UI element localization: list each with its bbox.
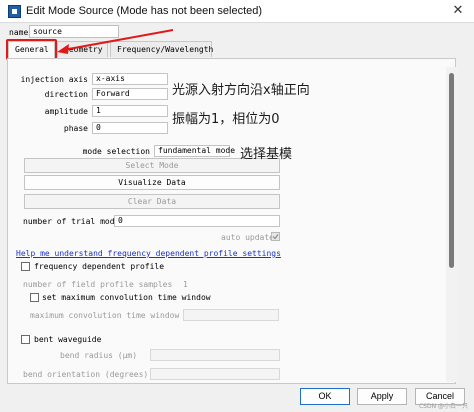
amplitude-input[interactable]: 1 [92,105,168,117]
max-convolution-checkbox[interactable] [30,293,39,302]
mode-selection-select[interactable]: fundamental mode [154,145,235,157]
clear-data-button[interactable]: Clear Data [24,194,280,209]
field-profile-samples-label: number of field profile samples [23,280,173,289]
annotation-text-amplitude-phase: 振幅为1，相位为0 [172,112,280,127]
window-title: Edit Mode Source (Mode has not been sele… [26,5,263,17]
visualize-data-button[interactable]: Visualize Data [24,175,280,190]
annotation-text-direction: 光源入射方向沿x轴正向 [172,83,310,98]
app-icon [8,5,21,18]
check-icon [272,234,279,240]
amplitude-label: amplitude [44,107,88,116]
annotation-arrow [57,29,174,54]
bend-orientation-label: bend orientation (degrees) [23,370,149,379]
name-label: name [9,28,29,37]
max-convolution-window-label: maximum convolution time window (fs) [30,311,204,320]
direction-label: direction [44,90,88,99]
trial-modes-label: number of trial modes [23,217,125,226]
annotation-highlight-box [6,39,57,60]
scrollbar-thumb[interactable] [449,73,454,268]
injection-axis-select[interactable]: x-axis [92,73,168,85]
bend-radius-input[interactable] [150,349,280,361]
trial-modes-input[interactable]: 0 [114,215,280,227]
auto-update-checkbox[interactable] [271,232,280,241]
apply-button[interactable]: Apply [357,388,407,405]
phase-label: phase [63,124,88,133]
auto-update-label: auto update [221,233,274,242]
bent-waveguide-label: bent waveguide [34,335,102,344]
title-bar: Edit Mode Source (Mode has not been sele… [0,0,474,23]
injection-axis-label: injection axis [20,75,88,84]
ok-button[interactable]: OK [300,388,350,405]
frequency-dependent-profile-label: frequency dependent profile [34,262,165,271]
annotation-text-mode: 选择基模 [240,147,293,162]
bend-radius-label: bend radius (μm) [60,351,138,360]
direction-select[interactable]: Forward [92,88,168,100]
mode-selection-label: mode selection [82,147,150,156]
max-convolution-label: set maximum convolution time window [42,293,211,302]
field-profile-samples-value: 1 [183,280,188,289]
bent-waveguide-checkbox[interactable] [21,335,30,344]
help-link[interactable]: Help me understand frequency dependent p… [16,249,281,258]
watermark: CSDN @小白一只 [418,403,468,410]
close-icon[interactable]: ✕ [450,3,466,19]
max-convolution-window-input[interactable] [183,309,279,321]
phase-input[interactable]: 0 [92,122,168,134]
frequency-dependent-profile-checkbox[interactable] [21,262,30,271]
bend-orientation-input[interactable] [150,368,280,380]
